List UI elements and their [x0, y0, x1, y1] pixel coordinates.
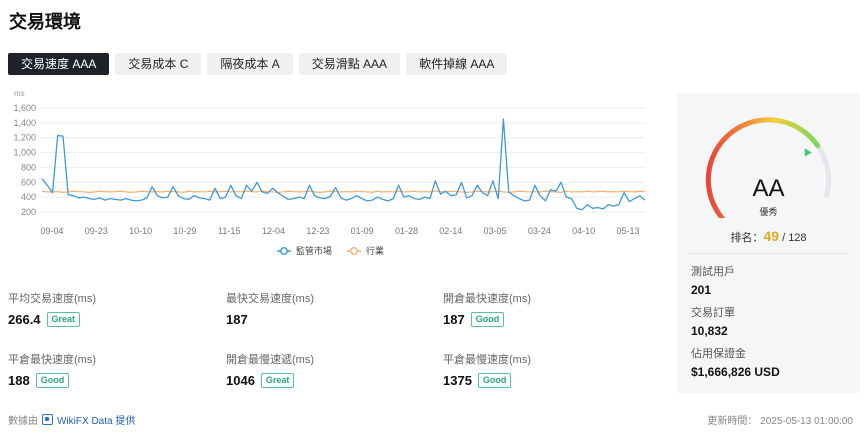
wikifx-logo-icon: [42, 414, 53, 425]
x-tick-label: 01-09: [351, 226, 374, 236]
x-tick-label: 10-10: [129, 226, 152, 236]
metric-label: 最快交易速度(ms): [226, 293, 314, 305]
speed-chart-svg: ms 200 400 600 800 1,000 1,200 1,400 1,600 09-04 0…: [13, 89, 646, 256]
stat-orders: 交易訂單 10,832: [691, 304, 735, 338]
metric-open-fastest: 開倉最快速度(ms) 187 Good: [443, 290, 653, 327]
metric-value: 187: [226, 312, 248, 327]
x-tick-label: 12-23: [306, 226, 329, 236]
x-tick-label: 01-28: [395, 226, 418, 236]
rating-badge: Good: [470, 312, 505, 327]
legend-label: 監管市場: [296, 245, 332, 256]
legend-marker-icon: [280, 247, 288, 255]
x-tick-label: 09-04: [40, 226, 63, 236]
x-tick-label: 02-14: [439, 226, 462, 236]
rating-badge: Great: [260, 373, 295, 388]
x-tick-label: 10-29: [173, 226, 196, 236]
y-tick-label: 800: [21, 162, 36, 172]
metric-value: 188: [8, 373, 30, 388]
rating-badge: Great: [46, 312, 81, 327]
metric-value: 1375: [443, 373, 472, 388]
metric-close-slowest: 平倉最慢速度(ms) 1375 Good: [443, 351, 653, 388]
gauge-pointer-icon: [804, 148, 812, 157]
rank-total: / 128: [782, 232, 807, 244]
page-title: 交易環境: [9, 12, 81, 32]
metric-open-slowest: 開倉最慢速遞(ms) 1046 Great: [226, 351, 436, 388]
stat-label: 交易訂單: [691, 307, 735, 319]
y-tick-label: 400: [21, 192, 36, 202]
stat-margin: 佔用保證金 $1,666,826 USD: [691, 345, 780, 379]
metric-value: 1046: [226, 373, 255, 388]
rating-badge: Good: [35, 373, 70, 388]
legend-label: 行業: [366, 245, 384, 256]
metric-label: 平倉最快速度(ms): [8, 354, 96, 366]
tab-slippage[interactable]: 交易滑點 AAA: [298, 53, 401, 75]
legend-marker-icon: [350, 247, 358, 255]
x-tick-label: 05-13: [616, 226, 639, 236]
tab-overnight-cost[interactable]: 隔夜成本 A: [207, 53, 293, 75]
stat-value: $1,666,826 USD: [691, 365, 780, 379]
gauge-fill: [705, 117, 821, 218]
x-tick-label: 09-23: [85, 226, 108, 236]
x-tick-label: 04-10: [572, 226, 595, 236]
metric-label: 平均交易速度(ms): [8, 293, 96, 305]
metric-label: 開倉最快速度(ms): [443, 293, 531, 305]
y-axis-unit: ms: [14, 89, 25, 98]
tab-trade-speed[interactable]: 交易速度 AAA: [8, 53, 110, 75]
stat-label: 佔用保證金: [691, 348, 746, 360]
rating-grade-label: 優秀: [759, 207, 778, 217]
stat-value: 201: [691, 283, 712, 297]
x-tick-label: 03-24: [528, 226, 551, 236]
x-tick-label: 03-05: [484, 226, 507, 236]
metric-value: 187: [443, 312, 465, 327]
update-time: 更新時間： 2025-05-13 01:00:00: [707, 416, 853, 427]
panel-divider: [687, 253, 850, 254]
y-tick-label: 1,600: [13, 103, 36, 113]
y-tick-label: 1,200: [13, 133, 36, 143]
stat-label: 測試用戶: [691, 266, 735, 278]
rank-line: 排名：49 / 128: [677, 228, 860, 245]
series-line: [41, 118, 646, 211]
rank-label: 排名：: [730, 232, 764, 244]
stat-test-users: 測試用戶 201: [691, 263, 735, 297]
tab-trade-cost[interactable]: 交易成本 C: [115, 53, 202, 75]
source-prefix: 數據由: [8, 416, 38, 427]
metric-avg-speed: 平均交易速度(ms) 266.4 Great: [8, 290, 218, 327]
data-source: 數據由 WikiFX Data 提供: [8, 412, 135, 427]
metric-value: 266.4: [8, 312, 41, 327]
metric-tabs: 交易速度 AAA 交易成本 C 隔夜成本 A 交易滑點 AAA 軟件掉線 AAA: [8, 53, 508, 75]
y-tick-label: 1,400: [13, 118, 36, 128]
rating-badge: Good: [477, 373, 512, 388]
metric-label: 平倉最慢速度(ms): [443, 354, 531, 366]
y-tick-label: 1,000: [13, 148, 36, 158]
rating-grade: AA: [752, 175, 785, 202]
metric-close-fastest: 平倉最快速度(ms) 188 Good: [8, 351, 218, 388]
metric-fastest-speed: 最快交易速度(ms) 187: [226, 290, 436, 327]
y-tick-label: 200: [21, 207, 36, 217]
rank-value: 49: [763, 228, 780, 244]
rating-panel: AA 優秀 排名：49 / 128 測試用戶 201 交易訂單 10,832 佔…: [677, 93, 860, 393]
stat-value: 10,832: [691, 324, 728, 338]
tab-disconnect[interactable]: 軟件掉線 AAA: [406, 53, 508, 75]
source-brand-link[interactable]: WikiFX Data 提供: [57, 412, 135, 427]
y-tick-label: 600: [21, 177, 36, 187]
speed-chart: ms 200 400 600 800 1,000 1,200 1,400 1,600 09-04 0…: [0, 86, 660, 266]
x-tick-label: 12-04: [262, 226, 285, 236]
x-tick-label: 11-15: [218, 226, 240, 236]
metric-label: 開倉最慢速遞(ms): [226, 354, 314, 366]
